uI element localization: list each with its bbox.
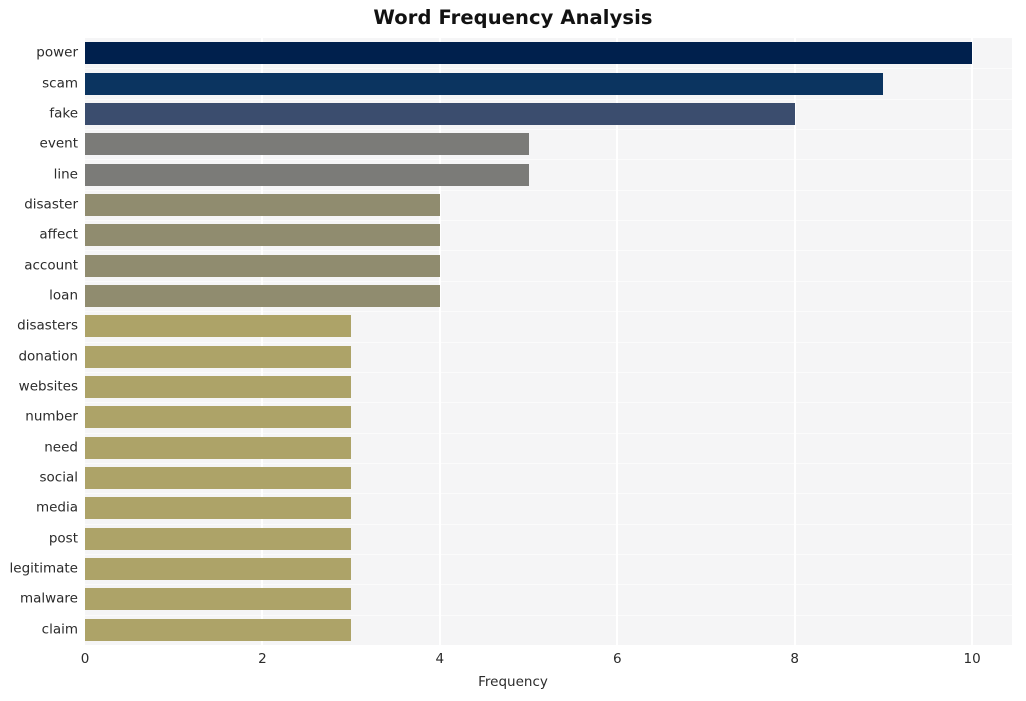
bar (85, 254, 440, 277)
gridline-y (85, 99, 1012, 100)
word-frequency-chart: Word Frequency Analysis power scam fake eve… (0, 0, 1026, 701)
gridline-x-4 (438, 38, 441, 645)
x-tick-label: 8 (790, 651, 799, 667)
y-tick-label: scam (42, 74, 78, 91)
y-tick-label: need (44, 438, 78, 455)
gridline-y (85, 159, 1012, 160)
x-tick-label: 0 (80, 651, 90, 667)
bar (85, 376, 352, 399)
bar (85, 72, 884, 95)
x-tick-label: 10 (963, 651, 981, 667)
y-tick-label: post (48, 530, 78, 547)
y-tick-label: disasters (17, 317, 78, 334)
y-tick-label: social (39, 469, 79, 486)
gridline-y (85, 342, 1012, 343)
x-tick-label: 2 (258, 651, 267, 667)
bar (85, 193, 440, 216)
x-axis-tick-labels: 0 2 4 6 8 10 (0, 651, 1026, 671)
y-tick-label: claim (41, 621, 78, 638)
gridline-y (85, 220, 1012, 221)
bar (85, 527, 352, 550)
gridline-x-2 (261, 38, 264, 645)
y-tick-label: legitimate (9, 560, 78, 577)
plot-area (85, 38, 1012, 645)
bar (85, 102, 795, 125)
bar (85, 558, 352, 581)
bar (85, 436, 352, 459)
gridline-y (85, 402, 1012, 403)
chart-title: Word Frequency Analysis (373, 6, 653, 29)
y-tick-label: loan (49, 287, 78, 304)
y-tick-label: event (39, 135, 78, 152)
gridline-y (85, 281, 1012, 282)
y-tick-label: number (25, 408, 78, 425)
bar (85, 345, 352, 368)
gridline-y (85, 190, 1012, 191)
y-tick-label: disaster (24, 196, 78, 213)
gridline-y (85, 584, 1012, 585)
x-tick-label: 4 (435, 651, 445, 667)
bar (85, 163, 529, 186)
bar (85, 406, 352, 429)
y-tick-label: fake (49, 105, 78, 122)
x-tick-label: 6 (612, 651, 622, 667)
gridline-y (85, 129, 1012, 130)
gridline-x-6 (616, 38, 619, 645)
y-tick-label: websites (18, 378, 78, 395)
gridline-y (85, 433, 1012, 434)
y-tick-label: line (53, 165, 78, 182)
bar (85, 133, 529, 156)
bar (85, 467, 352, 490)
y-tick-label: media (35, 499, 78, 516)
y-tick-label: donation (18, 347, 78, 364)
y-tick-label: power (36, 44, 78, 61)
gridline-y (85, 311, 1012, 312)
gridline-y (85, 463, 1012, 464)
y-axis-tick-labels: power scam fake event line disaster affect acco… (0, 38, 78, 645)
y-tick-label: affect (39, 226, 78, 243)
bar (85, 42, 973, 65)
gridline-y (85, 250, 1012, 251)
bar (85, 618, 352, 641)
bar (85, 588, 352, 611)
bar (85, 315, 352, 338)
gridline-y (85, 68, 1012, 69)
bar (85, 224, 440, 247)
x-axis-label: Frequency (478, 674, 548, 690)
gridline-x-8 (793, 38, 796, 645)
gridline-y (85, 615, 1012, 616)
gridline-y (85, 493, 1012, 494)
bar (85, 497, 352, 520)
y-tick-label: malware (19, 590, 78, 607)
gridline-y (85, 524, 1012, 525)
gridline-x-10 (971, 38, 974, 645)
y-tick-label: account (24, 256, 78, 273)
gridline-y (85, 554, 1012, 555)
bar (85, 284, 440, 307)
gridline-y (85, 372, 1012, 373)
